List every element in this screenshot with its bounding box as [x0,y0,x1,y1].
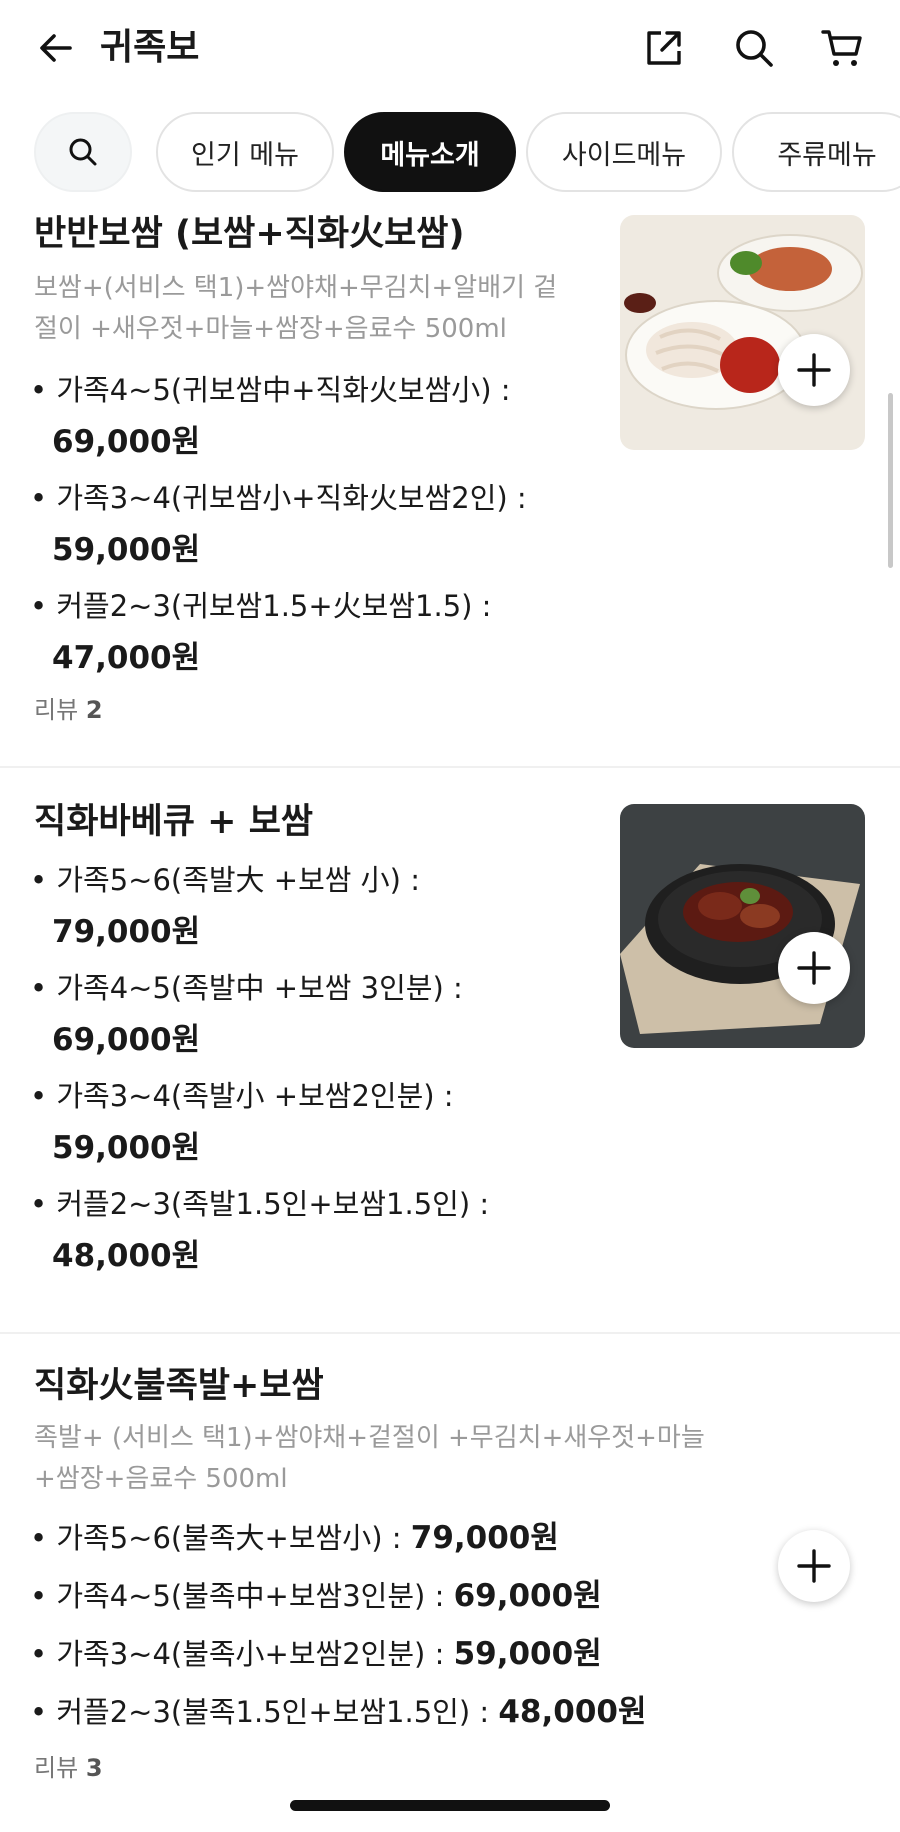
review-count[interactable]: 리뷰 3 [34,1752,103,1784]
plus-icon [797,353,831,387]
page-title: 귀족보 [100,27,200,68]
chip-side-menu[interactable]: 사이드메뉴 [526,112,722,192]
option-price: 48,000원 [52,1238,201,1274]
top-app-bar: 귀족보 [0,0,900,100]
menu-item-card[interactable]: 직화火불족발+보쌈 족발+ (서비스 택1)+쌈야채+겉절이 +무김치+새우젓+… [0,1334,900,1832]
chip-menu-intro[interactable]: 메뉴소개 [344,112,516,192]
option-price: 59,000원 [52,1130,201,1166]
menu-item-desc-line: +쌈장+음료수 500ml [34,1464,288,1494]
menu-list[interactable]: 반반보쌈 (보쌈+직화火보쌈) 보쌈+(서비스 택1)+쌈야채+무김치+알배기 … [0,200,900,1832]
option-price: 47,000원 [52,640,201,676]
option-price: 69,000원 [52,1022,201,1058]
menu-item-desc-line: 족발+ (서비스 택1)+쌈야채+겉절이 +무김치+새우젓+마늘 [34,1423,705,1453]
arrow-left-icon [40,34,72,62]
option-label: • 가족4~5(불족中+보쌈3인분) : 69,000원 [30,1578,602,1614]
category-chip-bar: 인기 메뉴 메뉴소개 사이드메뉴 주류메뉴 [0,112,900,196]
search-button[interactable] [726,20,782,76]
option-label: • 커플2~3(불족1.5인+보쌈1.5인) : 48,000원 [30,1694,647,1730]
add-to-cart-button[interactable] [778,1530,850,1602]
option-label: • 가족4~5(족발中 +보쌈 3인분) : [30,971,463,1005]
share-icon [647,31,681,65]
plus-icon [797,1549,831,1583]
chip-liquor-menu[interactable]: 주류메뉴 [732,112,900,192]
menu-item-card[interactable]: 직화바베큐 + 보쌈 • 가족5~6(족발大 +보쌈 小) : 79,000원 … [0,768,900,1333]
cart-icon [821,30,862,66]
option-label: • 가족4~5(귀보쌈中+직화火보쌈小) : [30,373,511,407]
option-label: • 가족3~4(족발小 +보쌈2인분) : [30,1079,454,1113]
back-button[interactable] [28,20,84,76]
option-price: 69,000원 [52,424,201,460]
home-indicator[interactable] [290,1800,610,1811]
menu-item-photo[interactable] [620,215,865,450]
search-icon [736,30,773,67]
cart-button[interactable] [814,20,870,76]
add-to-cart-button[interactable] [778,334,850,406]
option-label: • 가족3~4(귀보쌈小+직화火보쌈2인) : [30,481,527,515]
menu-item-desc-line: 절이 +새우젓+마늘+쌈장+음료수 500ml [34,314,507,344]
option-label: • 커플2~3(족발1.5인+보쌈1.5인) : [30,1187,490,1221]
food-photo-boiled-pork [620,215,865,450]
plus-icon [797,951,831,985]
share-button[interactable] [636,20,692,76]
menu-item-photo[interactable] [620,804,865,1048]
menu-item-title: 직화바베큐 + 보쌈 [34,802,314,842]
menu-item-title: 직화火불족발+보쌈 [34,1366,324,1406]
chip-search-button[interactable] [34,112,132,192]
option-price: 48,000원 [498,1694,647,1730]
option-price: 59,000원 [453,1636,602,1672]
option-price: 79,000원 [52,914,201,950]
add-to-cart-button[interactable] [778,932,850,1004]
option-label: • 커플2~3(귀보쌈1.5+火보쌈1.5) : [30,589,492,623]
menu-item-desc-line: 보쌈+(서비스 택1)+쌈야채+무김치+알배기 겉 [34,273,558,303]
search-icon [69,138,97,166]
review-count[interactable]: 리뷰 2 [34,694,103,726]
option-price: 59,000원 [52,532,201,568]
menu-item-title: 반반보쌈 (보쌈+직화火보쌈) [34,214,465,254]
food-photo-grilled-pork [620,804,865,1048]
scroll-indicator[interactable] [888,393,893,568]
menu-item-card[interactable]: 반반보쌈 (보쌈+직화火보쌈) 보쌈+(서비스 택1)+쌈야채+무김치+알배기 … [0,200,900,768]
chip-popular-menu[interactable]: 인기 메뉴 [156,112,334,192]
option-label: • 가족5~6(불족大+보쌈小) : 79,000원 [30,1520,559,1556]
option-label: • 가족5~6(족발大 +보쌈 小) : [30,863,420,897]
option-price: 69,000원 [453,1578,602,1614]
option-price: 79,000원 [410,1520,559,1556]
option-label: • 가족3~4(불족小+보쌈2인분) : 59,000원 [30,1636,602,1672]
